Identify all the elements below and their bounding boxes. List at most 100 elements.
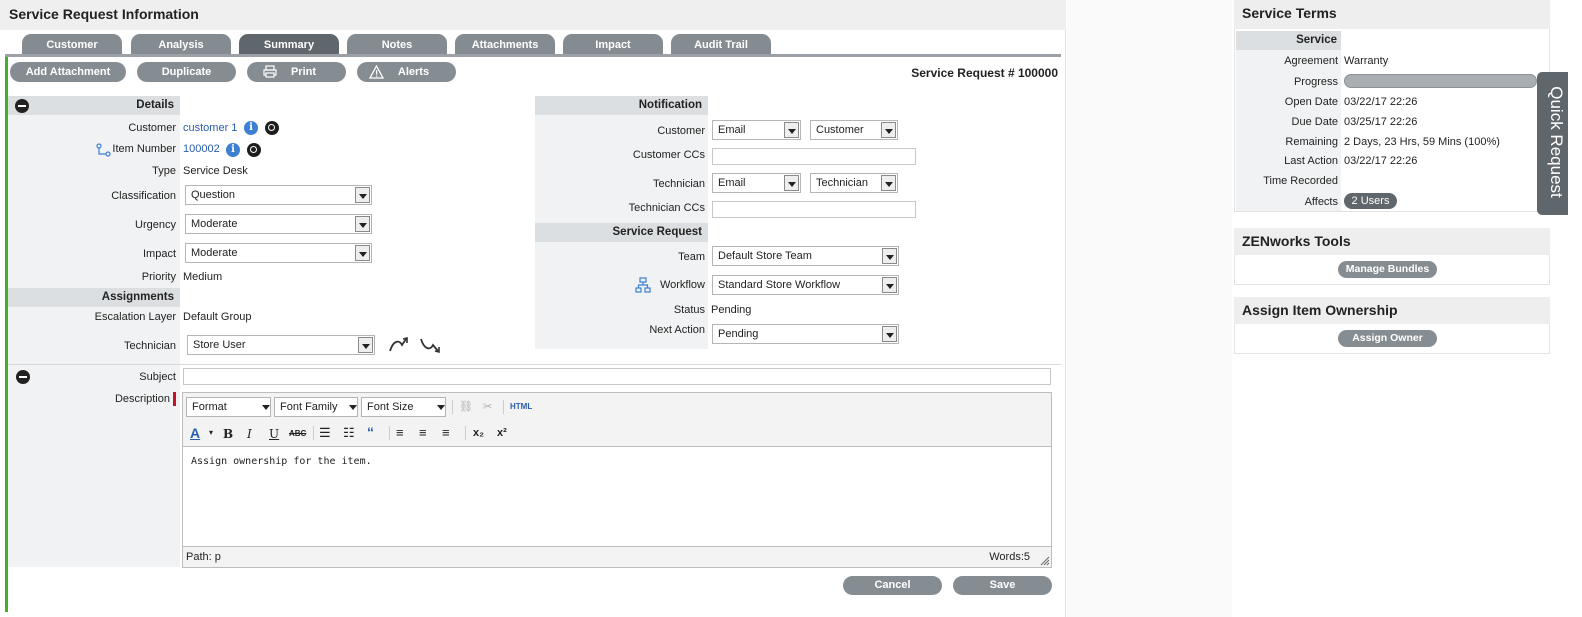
collapse-details-icon[interactable]: [15, 99, 29, 113]
html-source-button[interactable]: HTML: [510, 402, 532, 411]
status-value: Pending: [711, 304, 752, 316]
editor-path: Path: p: [186, 551, 221, 563]
urgency-label: Urgency: [135, 219, 176, 231]
type-value: Service Desk: [183, 165, 248, 177]
bullet-list-icon[interactable]: ☰: [319, 425, 331, 441]
print-button[interactable]: Print: [247, 62, 346, 82]
request-number: Service Request # 100000: [911, 66, 1058, 80]
tab-audit-trail[interactable]: Audit Trail: [671, 34, 771, 56]
description-content[interactable]: Assign ownership for the item.: [183, 446, 1051, 547]
add-attachment-button[interactable]: Add Attachment: [10, 62, 126, 82]
format-select[interactable]: Format: [186, 397, 271, 417]
subject-label: Subject: [139, 371, 176, 383]
notify-technician-method-select[interactable]: Email: [712, 173, 801, 193]
details-header: Details: [8, 96, 180, 115]
strikethrough-icon[interactable]: ABC: [289, 429, 306, 438]
progress-label: Progress: [1293, 76, 1338, 88]
print-label: Print: [290, 66, 317, 78]
chevron-down-icon: [882, 248, 897, 264]
link-icon[interactable]: ⛓: [459, 400, 473, 413]
tab-analysis[interactable]: Analysis: [131, 34, 231, 56]
quick-request-tab[interactable]: Quick Request: [1537, 72, 1568, 215]
chevron-down-icon[interactable]: ▾: [209, 428, 213, 437]
toolbar-separator: [503, 400, 504, 414]
bold-icon[interactable]: B: [223, 427, 233, 441]
toolbar-separator: [465, 426, 466, 440]
description-label: Description: [114, 393, 170, 405]
unlink-icon[interactable]: ✂: [483, 400, 492, 413]
font-size-select[interactable]: Font Size: [361, 397, 446, 417]
impact-select[interactable]: Moderate: [185, 243, 372, 263]
section-divider: [8, 364, 1061, 365]
chevron-down-icon: [259, 399, 270, 415]
word-count: Words:5: [989, 551, 1030, 563]
numbered-list-icon[interactable]: ☷: [343, 425, 355, 441]
underline-icon[interactable]: U: [269, 427, 279, 441]
technician-select[interactable]: Store User: [187, 335, 375, 355]
next-action-select[interactable]: Pending: [712, 324, 899, 344]
notify-technician-target-select[interactable]: Technician: [810, 173, 898, 193]
save-button[interactable]: Save: [953, 576, 1052, 595]
subscript-icon[interactable]: x₂: [473, 427, 484, 439]
item-search-icon[interactable]: [247, 143, 261, 157]
font-family-select[interactable]: Font Family: [274, 397, 358, 417]
time-recorded-label: Time Recorded: [1263, 175, 1338, 187]
customer-ccs-input[interactable]: [712, 148, 916, 165]
item-number-link[interactable]: 100002: [183, 143, 220, 155]
technician-ccs-input[interactable]: [712, 201, 916, 218]
chevron-down-icon: [434, 399, 445, 415]
next-action-value: Pending: [718, 328, 759, 340]
superscript-icon[interactable]: x²: [497, 427, 507, 439]
printer-icon: [263, 65, 277, 78]
customer-link[interactable]: customer 1: [183, 122, 237, 134]
notify-customer-method-value: Email: [718, 124, 746, 136]
due-date-value: 03/25/17 22:26: [1344, 116, 1418, 128]
affects-badge[interactable]: 2 Users: [1344, 193, 1397, 209]
toolbar-separator: [389, 426, 390, 440]
last-action-value: 03/22/17 22:26: [1344, 155, 1418, 167]
customer-info-icon[interactable]: i: [244, 121, 258, 135]
tab-notes[interactable]: Notes: [347, 34, 447, 56]
assign-owner-button[interactable]: Assign Owner: [1338, 330, 1437, 347]
classification-value: Question: [191, 189, 236, 201]
team-select[interactable]: Default Store Team: [712, 246, 899, 266]
urgency-select[interactable]: Moderate: [185, 214, 372, 234]
affects-label: Affects: [1304, 196, 1338, 208]
workflow-icon[interactable]: [635, 277, 651, 293]
customer-search-icon[interactable]: [265, 121, 279, 135]
ownership-title: Assign Item Ownership: [1234, 297, 1550, 324]
tab-customer[interactable]: Customer: [22, 34, 122, 56]
chevron-down-icon: [784, 175, 799, 191]
item-info-icon[interactable]: i: [226, 143, 240, 157]
blockquote-icon[interactable]: “: [367, 424, 374, 440]
notify-customer-method-select[interactable]: Email: [712, 120, 801, 140]
align-center-icon[interactable]: ≡: [419, 425, 427, 440]
align-left-icon[interactable]: ≡: [396, 425, 404, 440]
tab-summary[interactable]: Summary: [239, 34, 339, 56]
notify-customer-target-select[interactable]: Customer: [810, 120, 898, 140]
resize-handle-icon[interactable]: [1040, 556, 1050, 566]
tab-attachments[interactable]: Attachments: [455, 34, 555, 56]
classification-select[interactable]: Question: [185, 185, 372, 205]
last-action-label: Last Action: [1284, 155, 1338, 167]
workflow-select[interactable]: Standard Store Workflow: [712, 275, 899, 295]
manage-bundles-button[interactable]: Manage Bundles: [1338, 261, 1437, 278]
priority-label: Priority: [141, 271, 176, 283]
chevron-down-icon: [355, 245, 370, 261]
cancel-button[interactable]: Cancel: [843, 576, 942, 595]
item-number-label: Item Number: [112, 143, 176, 155]
text-color-icon[interactable]: A: [190, 425, 200, 441]
tab-impact[interactable]: Impact: [563, 34, 663, 56]
workflow-label: Workflow: [659, 279, 705, 291]
toolbar-separator: [452, 400, 453, 414]
duplicate-button[interactable]: Duplicate: [137, 62, 236, 82]
notify-technician-target-value: Technician: [816, 177, 868, 189]
align-right-icon[interactable]: ≡: [442, 425, 450, 440]
chevron-down-icon: [784, 122, 799, 138]
italic-icon[interactable]: I: [247, 427, 252, 441]
escalate-icon[interactable]: [388, 335, 410, 355]
chevron-down-icon: [882, 326, 897, 342]
deescalate-icon[interactable]: [419, 335, 441, 355]
subject-input[interactable]: [183, 368, 1051, 385]
alerts-button[interactable]: Alerts: [357, 62, 456, 82]
